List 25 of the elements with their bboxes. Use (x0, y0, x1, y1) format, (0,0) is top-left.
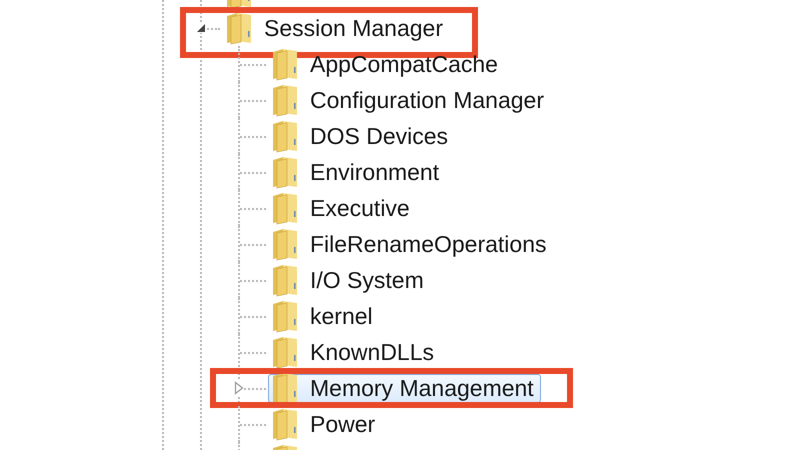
tree-item[interactable]: Power (268, 410, 382, 438)
folder-icon (271, 47, 299, 81)
tree-item[interactable]: Session Manager (222, 14, 450, 42)
tree-item[interactable]: DOS Devices (268, 122, 456, 150)
folder-icon (271, 119, 299, 153)
tree-item[interactable]: Configuration Manager (268, 86, 551, 114)
folder-icon (271, 371, 299, 405)
folder-icon (271, 299, 299, 333)
tree-item[interactable]: Executive (268, 194, 417, 222)
folder-icon (271, 227, 299, 261)
folder-icon (271, 83, 299, 117)
folder-icon (271, 335, 299, 369)
expand-arrow-icon[interactable] (234, 381, 244, 395)
tree-item[interactable]: FileRenameOperations (268, 230, 554, 258)
tree-item[interactable]: Environment (268, 158, 446, 186)
tree-item[interactable]: Memory Management (268, 374, 541, 402)
tree-item[interactable]: I/O System (268, 266, 431, 294)
folder-icon (271, 191, 299, 225)
folder-icon (271, 407, 299, 441)
folder-icon (271, 263, 299, 297)
tree-item[interactable]: kernel (268, 302, 380, 330)
folder-icon (271, 155, 299, 189)
folder-icon (225, 11, 253, 45)
tree-item[interactable]: KnownDLLs (268, 338, 442, 366)
tree-item[interactable]: AppCompatCache (268, 50, 505, 78)
